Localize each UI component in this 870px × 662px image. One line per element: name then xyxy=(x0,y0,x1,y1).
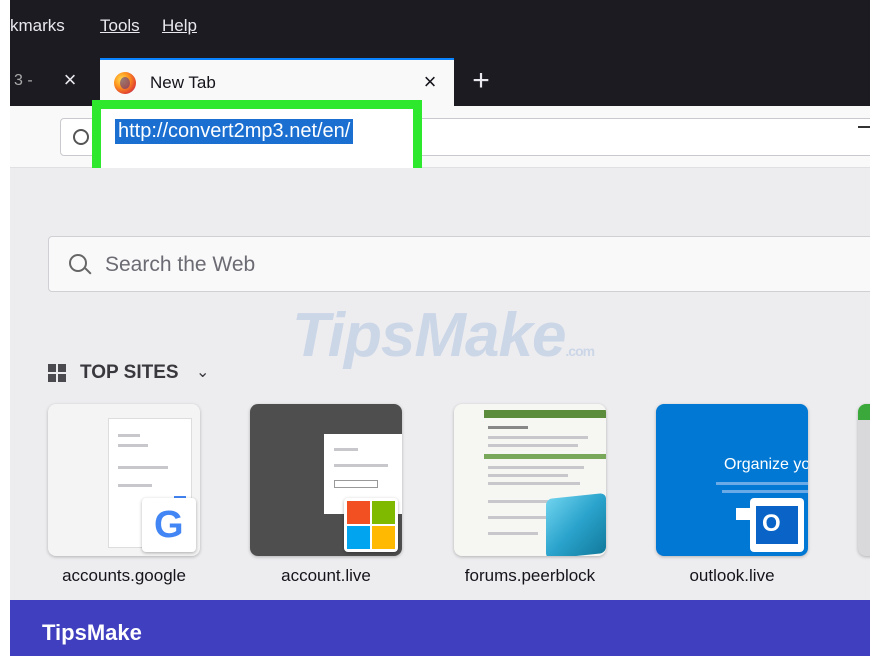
outlook-thumb-text: Organize yo xyxy=(724,456,808,473)
site-label: outlook.live xyxy=(689,566,775,585)
previous-tab-close-icon[interactable]: × xyxy=(58,68,82,92)
tab-strip: 3 - × New Tab × + xyxy=(10,58,870,106)
site-label: account.live xyxy=(281,566,371,585)
overflow-dash-icon[interactable] xyxy=(858,126,870,128)
microsoft-logo-icon xyxy=(344,498,398,552)
peerblock-cube-icon xyxy=(546,492,606,556)
url-highlight-box: http://convert2mp3.net/en/ xyxy=(92,100,422,178)
site-thumbnail: G xyxy=(48,404,200,556)
web-search-box[interactable]: Search the Web xyxy=(48,236,870,292)
site-label: accounts.google xyxy=(62,566,186,585)
top-sites-label: TOP SITES xyxy=(80,362,179,383)
tipsmake-brand-logo: TipsMake xyxy=(42,620,142,645)
chevron-down-icon[interactable]: ⌄ xyxy=(196,362,209,382)
watermark-suffix: .com xyxy=(565,343,595,359)
menu-tools[interactable]: Tools xyxy=(100,16,140,36)
watermark-logo: TipsMake.com xyxy=(292,300,595,371)
menu-help[interactable]: Help xyxy=(162,16,197,36)
tab-title: New Tab xyxy=(150,73,216,92)
menu-bookmarks[interactable]: kmarks xyxy=(10,16,65,36)
site-label: forums.peerblock xyxy=(464,566,596,585)
site-thumbnail: Organize yo O xyxy=(656,404,808,556)
search-icon xyxy=(73,129,89,145)
menu-bar: kmarks Tools Help xyxy=(10,0,870,58)
outlook-icon: O xyxy=(750,498,804,552)
url-input[interactable]: http://convert2mp3.net/en/ xyxy=(115,119,354,144)
site-thumbnail xyxy=(454,404,606,556)
watermark-text: TipsMake xyxy=(292,301,566,370)
site-thumbnail xyxy=(250,404,402,556)
previous-tab-fragment[interactable]: 3 - xyxy=(14,72,33,90)
menu-help-label: Help xyxy=(162,16,197,35)
browser-window: kmarks Tools Help 3 - × New Tab × + http… xyxy=(10,0,870,600)
new-tab-page: Search the Web TipsMake.com TOP SITES ⌄ … xyxy=(10,168,870,600)
close-icon[interactable]: × xyxy=(418,70,442,94)
search-placeholder: Search the Web xyxy=(105,253,256,276)
grid-icon xyxy=(48,364,66,382)
firefox-icon xyxy=(114,72,136,94)
search-icon xyxy=(69,254,87,272)
site-thumbnail xyxy=(858,404,870,556)
new-tab-button[interactable]: + xyxy=(464,64,498,98)
navigation-toolbar: http://convert2mp3.net/en/ xyxy=(10,100,870,178)
google-g-icon: G xyxy=(142,498,196,552)
menu-tools-label: Tools xyxy=(100,16,140,35)
tab-new-tab[interactable]: New Tab × xyxy=(100,58,454,106)
